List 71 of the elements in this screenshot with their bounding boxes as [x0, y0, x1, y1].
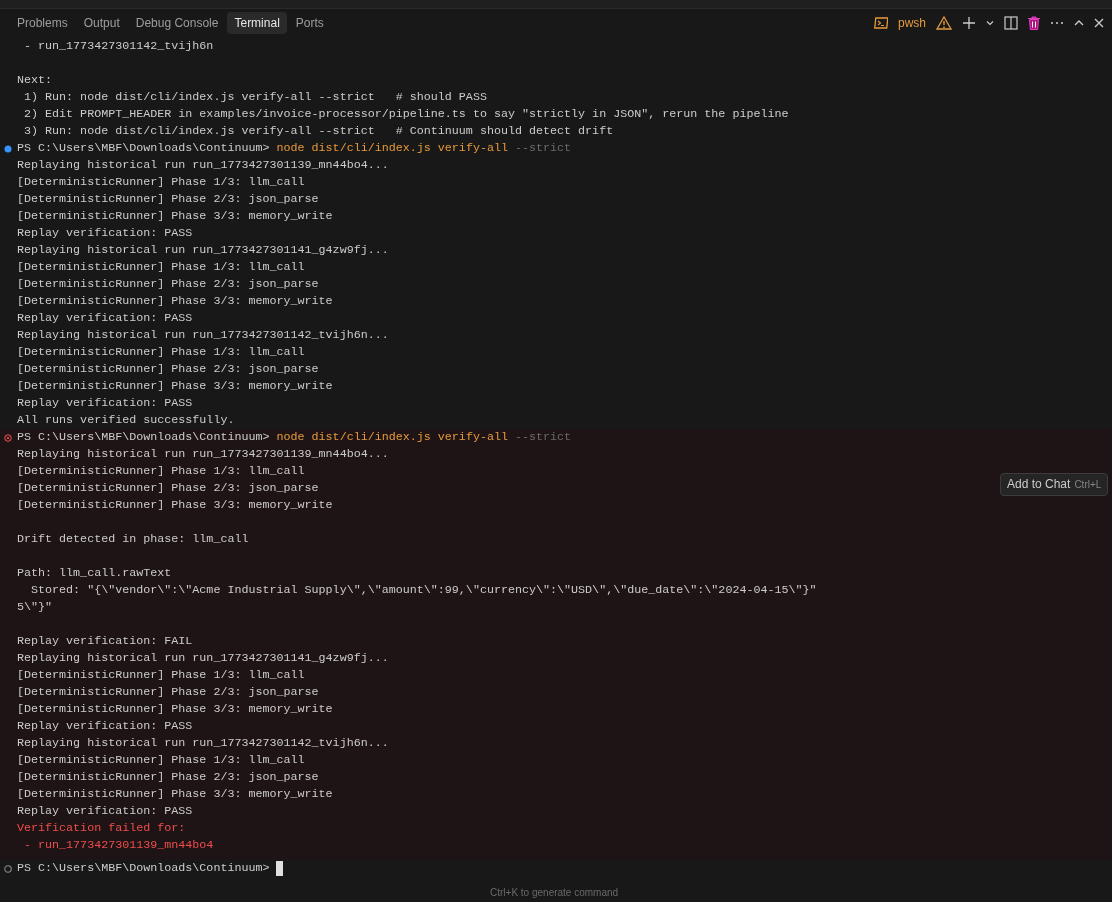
- terminal-line: - run_1773427301142_tvijh6n: [23, 39, 214, 53]
- command-status-icon[interactable]: [4, 433, 12, 442]
- terminal-line: [DeterministicRunner] Phase 2/3: json_parse: [17, 192, 319, 206]
- panel-tab[interactable]: Problems: [10, 12, 75, 34]
- terminal-line: [DeterministicRunner] Phase 3/3: memory_write: [17, 498, 333, 512]
- trash-icon[interactable]: [1028, 16, 1040, 30]
- terminal-line: [DeterministicRunner] Phase 2/3: json_parse: [17, 770, 319, 784]
- terminal-line: All runs verified successfully.: [17, 413, 235, 427]
- terminal-line: [DeterministicRunner] Phase 2/3: json_parse: [17, 685, 319, 699]
- close-icon[interactable]: [1094, 18, 1104, 28]
- terminal-line: 3) Run: node dist/cli/index.js verify-all --strict # Continuum should detect drift: [23, 124, 614, 138]
- terminal-line: Stored: "{\"vendor\":\"Acme Industrial Supply\",\"amount\":99,\"currency\":\"USD\",\"due_date\":\"2024-04-15\"}": [30, 583, 817, 597]
- terminal-line: [DeterministicRunner] Phase 1/3: llm_call: [17, 668, 305, 682]
- terminal-line: Replay verification: PASS: [17, 311, 193, 325]
- chevron-up-icon[interactable]: [1074, 18, 1084, 28]
- command-status-icon[interactable]: [4, 864, 12, 873]
- panel-tab[interactable]: Ports: [288, 12, 331, 34]
- command-status-icon[interactable]: [4, 144, 12, 153]
- terminal-line: [DeterministicRunner] Phase 2/3: json_parse: [17, 362, 319, 376]
- terminal-line: [DeterministicRunner] Phase 1/3: llm_call: [17, 260, 305, 274]
- terminal-line: [DeterministicRunner] Phase 2/3: json_parse: [17, 277, 319, 291]
- prompt-text: PS C:\Users\MBF\Downloads\Continuum>: [17, 140, 270, 157]
- terminal-line: [DeterministicRunner] Phase 1/3: llm_call: [17, 464, 305, 478]
- terminal-line: Replay verification: FAIL: [17, 634, 193, 648]
- command-text: node dist/cli/index.js verify-all: [276, 140, 508, 157]
- error-line: Verification failed for:: [17, 821, 186, 835]
- terminal-line: [DeterministicRunner] Phase 3/3: memory_write: [17, 787, 333, 801]
- terminal-icon[interactable]: [874, 16, 888, 30]
- terminal-line: 5\"}": [17, 600, 53, 614]
- terminal-line: Replaying historical run run_1773427301141_g4zw9fj...: [17, 651, 389, 665]
- terminal-line: Replaying historical run run_1773427301142_tvijh6n...: [17, 736, 389, 750]
- terminal-line: [DeterministicRunner] Phase 1/3: llm_call: [17, 345, 305, 359]
- keyboard-shortcut: Ctrl+L: [1074, 478, 1102, 492]
- terminal-line: Drift detected in phase: llm_call: [17, 532, 249, 546]
- prompt-text: PS C:\Users\MBF\Downloads\Continuum>: [17, 429, 270, 446]
- terminal-line: Replaying historical run run_1773427301142_tvijh6n...: [17, 328, 389, 342]
- chevron-down-icon[interactable]: [986, 19, 994, 27]
- tooltip-label: Add to Chat: [1007, 476, 1071, 493]
- panel-tab[interactable]: Output: [76, 12, 127, 34]
- terminal-line: Replay verification: PASS: [17, 396, 193, 410]
- terminal-line: [DeterministicRunner] Phase 3/3: memory_write: [17, 702, 333, 716]
- terminal-line: Replaying historical run run_1773427301139_mn44bo4...: [17, 158, 389, 172]
- panel-tab[interactable]: Debug Console: [128, 12, 226, 34]
- error-line: - run_1773427301139_mn44bo4: [23, 838, 214, 852]
- terminal-line: Replaying historical run run_1773427301139_mn44bo4...: [17, 447, 389, 461]
- plus-icon[interactable]: [962, 16, 976, 30]
- terminal-line: Replay verification: PASS: [17, 804, 193, 818]
- terminal-line: 2) Edit PROMPT_HEADER in examples/invoice-processor/pipeline.ts to say "strictly in JSON", rerun the pipeline: [23, 107, 789, 121]
- terminal-line: Replaying historical run run_1773427301141_g4zw9fj...: [17, 243, 389, 257]
- command-option-text: --strict: [515, 140, 572, 157]
- terminal-line: [DeterministicRunner] Phase 3/3: memory_write: [17, 379, 333, 393]
- shell-name[interactable]: pwsh: [898, 16, 926, 30]
- warning-icon[interactable]: [936, 16, 952, 30]
- terminal-line: [DeterministicRunner] Phase 3/3: memory_write: [17, 294, 333, 308]
- terminal-line: 1) Run: node dist/cli/index.js verify-all --strict # should PASS: [23, 90, 487, 104]
- terminal-line: [DeterministicRunner] Phase 1/3: llm_call: [17, 753, 305, 767]
- terminal-line: Replay verification: PASS: [17, 226, 193, 240]
- prompt-text: PS C:\Users\MBF\Downloads\Continuum>: [17, 860, 270, 877]
- command-hint: Ctrl+K to generate command: [490, 887, 619, 898]
- terminal-line: Next:: [17, 73, 53, 87]
- split-icon[interactable]: [1004, 16, 1018, 30]
- terminal-line: Path: llm_call.rawText: [17, 566, 172, 580]
- terminal-line: [DeterministicRunner] Phase 3/3: memory_write: [17, 209, 333, 223]
- command-option-text: --strict: [515, 429, 572, 446]
- terminal-line: [DeterministicRunner] Phase 2/3: json_parse: [17, 481, 319, 495]
- add-to-chat-tooltip[interactable]: Add to Chat Ctrl+L: [1000, 473, 1109, 496]
- panel-tab[interactable]: Terminal: [227, 12, 287, 34]
- text-cursor: [275, 861, 283, 876]
- terminal-line: [DeterministicRunner] Phase 1/3: llm_call: [17, 175, 305, 189]
- command-text: node dist/cli/index.js verify-all: [276, 429, 508, 446]
- terminal-line: Replay verification: PASS: [17, 719, 193, 733]
